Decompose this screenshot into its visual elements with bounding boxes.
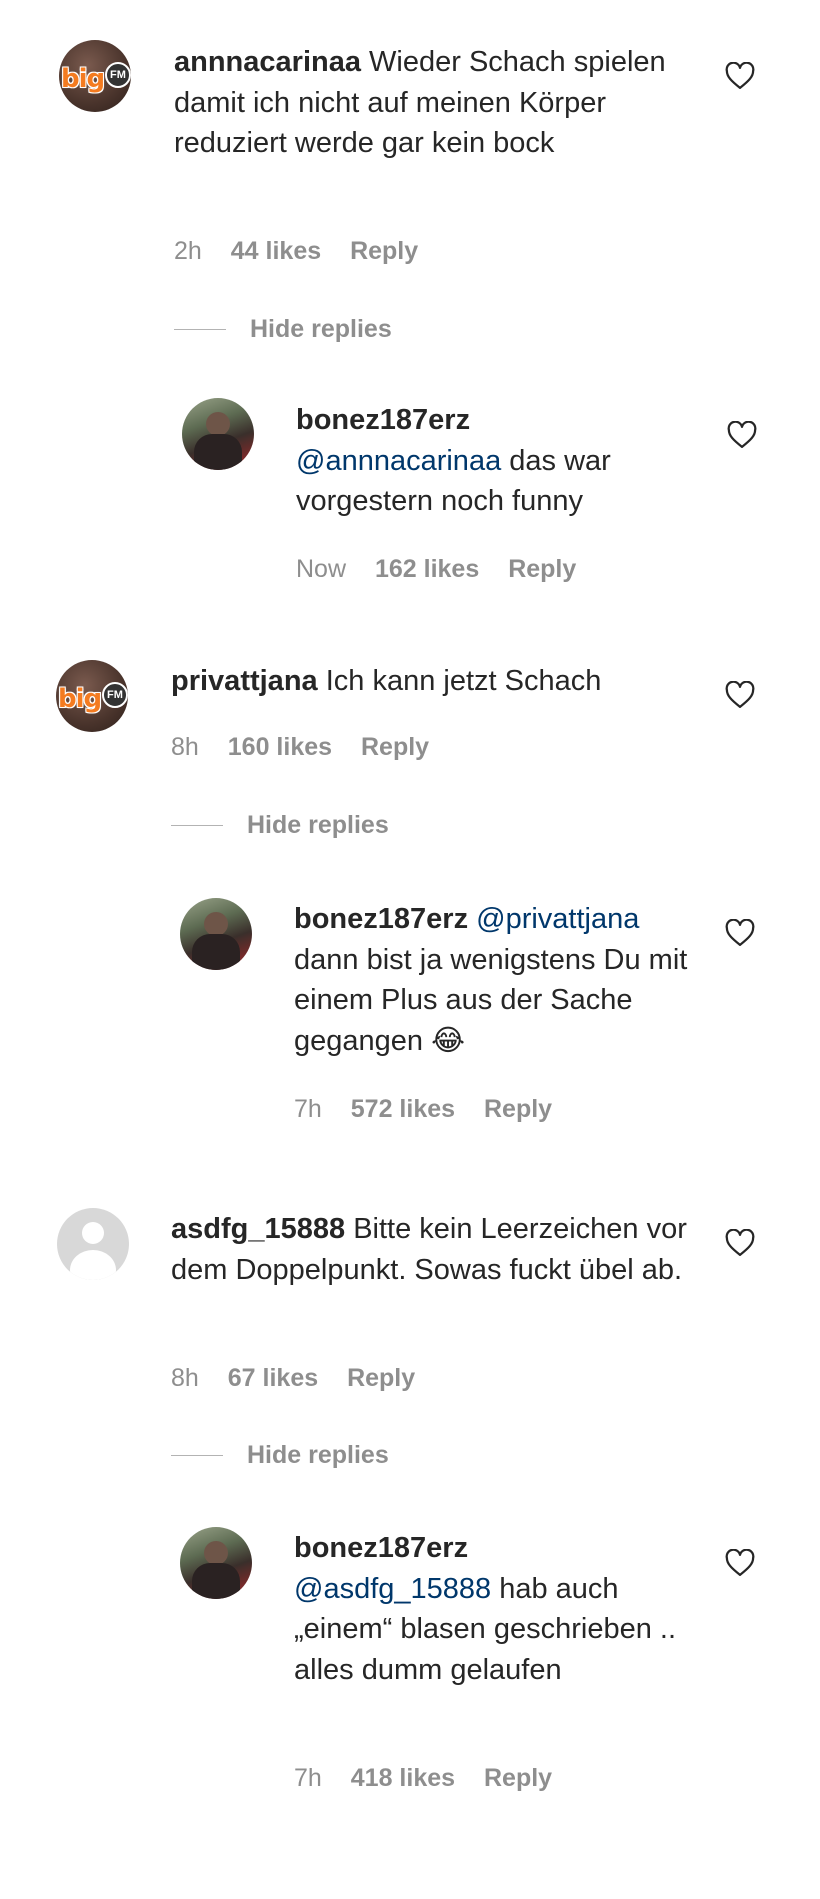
heart-outline-icon[interactable] bbox=[725, 1549, 755, 1577]
avatar-logo-text: big bbox=[61, 64, 105, 94]
comment-likes[interactable]: 67 likes bbox=[228, 1364, 318, 1392]
avatar[interactable] bbox=[180, 898, 252, 970]
reply-button[interactable]: Reply bbox=[350, 237, 418, 265]
avatar-logo-text: big bbox=[58, 684, 102, 714]
avatar-body bbox=[192, 934, 240, 970]
divider bbox=[174, 329, 226, 330]
hide-replies-button[interactable]: Hide replies bbox=[174, 315, 392, 344]
avatar[interactable] bbox=[57, 1208, 129, 1280]
reply-meta: 7h 418 likes Reply bbox=[294, 1764, 574, 1793]
reply-time: 7h bbox=[294, 1095, 322, 1123]
hide-replies-button[interactable]: Hide replies bbox=[171, 811, 389, 840]
divider bbox=[171, 825, 223, 826]
comment-meta: 8h 160 likes Reply bbox=[171, 733, 451, 762]
avatar-head bbox=[204, 912, 228, 936]
avatar-logo-badge: FM bbox=[105, 62, 131, 88]
reply-username[interactable]: bonez187erz bbox=[294, 1532, 468, 1564]
comment-body: Ich kann jetzt Schach bbox=[325, 665, 602, 697]
comment-likes[interactable]: 44 likes bbox=[231, 237, 321, 265]
heart-outline-icon[interactable] bbox=[725, 919, 755, 947]
comment-meta: 8h 67 likes Reply bbox=[171, 1364, 437, 1393]
hide-replies-label: Hide replies bbox=[247, 1441, 389, 1469]
mention-link[interactable]: @asdfg_15888 bbox=[294, 1573, 491, 1605]
comment-username[interactable]: annnacarinaa bbox=[174, 46, 361, 78]
avatar-head bbox=[204, 1541, 228, 1565]
comment-text: asdfg_15888 Bitte kein Leerzeichen vor d… bbox=[171, 1209, 721, 1290]
heart-outline-icon[interactable] bbox=[725, 1229, 755, 1257]
reply-body: dann bist ja wenigstens Du mit einem Plu… bbox=[294, 943, 688, 1057]
avatar-body bbox=[70, 1250, 116, 1280]
comment-time: 2h bbox=[174, 237, 202, 265]
reply-text: bonez187erz @asdfg_15888 hab auch „einem… bbox=[294, 1528, 694, 1690]
divider bbox=[171, 1455, 223, 1456]
comment-username[interactable]: privattjana bbox=[171, 665, 318, 697]
reply-button[interactable]: Reply bbox=[508, 555, 576, 583]
mention-link[interactable]: @privattjana bbox=[476, 903, 639, 935]
reply-button[interactable]: Reply bbox=[361, 733, 429, 761]
avatar-head bbox=[82, 1222, 104, 1244]
comment-meta: 2h 44 likes Reply bbox=[174, 237, 440, 266]
reply-likes[interactable]: 418 likes bbox=[351, 1764, 455, 1792]
avatar[interactable] bbox=[182, 398, 254, 470]
reply-likes[interactable]: 162 likes bbox=[375, 555, 479, 583]
comment-time: 8h bbox=[171, 733, 199, 761]
avatar[interactable] bbox=[180, 1527, 252, 1599]
comment-text: annnacarinaa Wieder Schach spielen damit… bbox=[174, 42, 714, 164]
comment-time: 8h bbox=[171, 1364, 199, 1392]
mention-link[interactable]: @annnacarinaa bbox=[296, 445, 501, 477]
hide-replies-label: Hide replies bbox=[247, 811, 389, 839]
reply-meta: Now 162 likes Reply bbox=[296, 555, 598, 584]
reply-username[interactable]: bonez187erz bbox=[294, 903, 468, 935]
heart-outline-icon[interactable] bbox=[725, 681, 755, 709]
reply-button[interactable]: Reply bbox=[347, 1364, 415, 1392]
reply-likes[interactable]: 572 likes bbox=[351, 1095, 455, 1123]
reply-time: 7h bbox=[294, 1764, 322, 1792]
reply-button[interactable]: Reply bbox=[484, 1764, 552, 1792]
reply-username[interactable]: bonez187erz bbox=[296, 404, 470, 436]
reply-text: bonez187erz @privattjana dann bist ja we… bbox=[294, 899, 704, 1061]
reply-time: Now bbox=[296, 555, 347, 583]
comment-text: privattjana Ich kann jetzt Schach bbox=[171, 661, 731, 702]
avatar-body bbox=[194, 434, 242, 470]
avatar-body bbox=[192, 1563, 240, 1599]
heart-outline-icon[interactable] bbox=[727, 421, 757, 449]
avatar-logo-badge: FM bbox=[102, 682, 128, 708]
hide-replies-label: Hide replies bbox=[250, 315, 392, 343]
reply-button[interactable]: Reply bbox=[484, 1095, 552, 1123]
heart-outline-icon[interactable] bbox=[725, 62, 755, 90]
avatar-head bbox=[206, 412, 230, 436]
comment-username[interactable]: asdfg_15888 bbox=[171, 1213, 345, 1245]
hide-replies-button[interactable]: Hide replies bbox=[171, 1441, 389, 1470]
reply-text: bonez187erz @annnacarinaa das war vorges… bbox=[296, 400, 696, 522]
reply-meta: 7h 572 likes Reply bbox=[294, 1095, 574, 1124]
avatar[interactable]: big FM bbox=[59, 40, 131, 112]
avatar[interactable]: big FM bbox=[56, 660, 128, 732]
comment-likes[interactable]: 160 likes bbox=[228, 733, 332, 761]
